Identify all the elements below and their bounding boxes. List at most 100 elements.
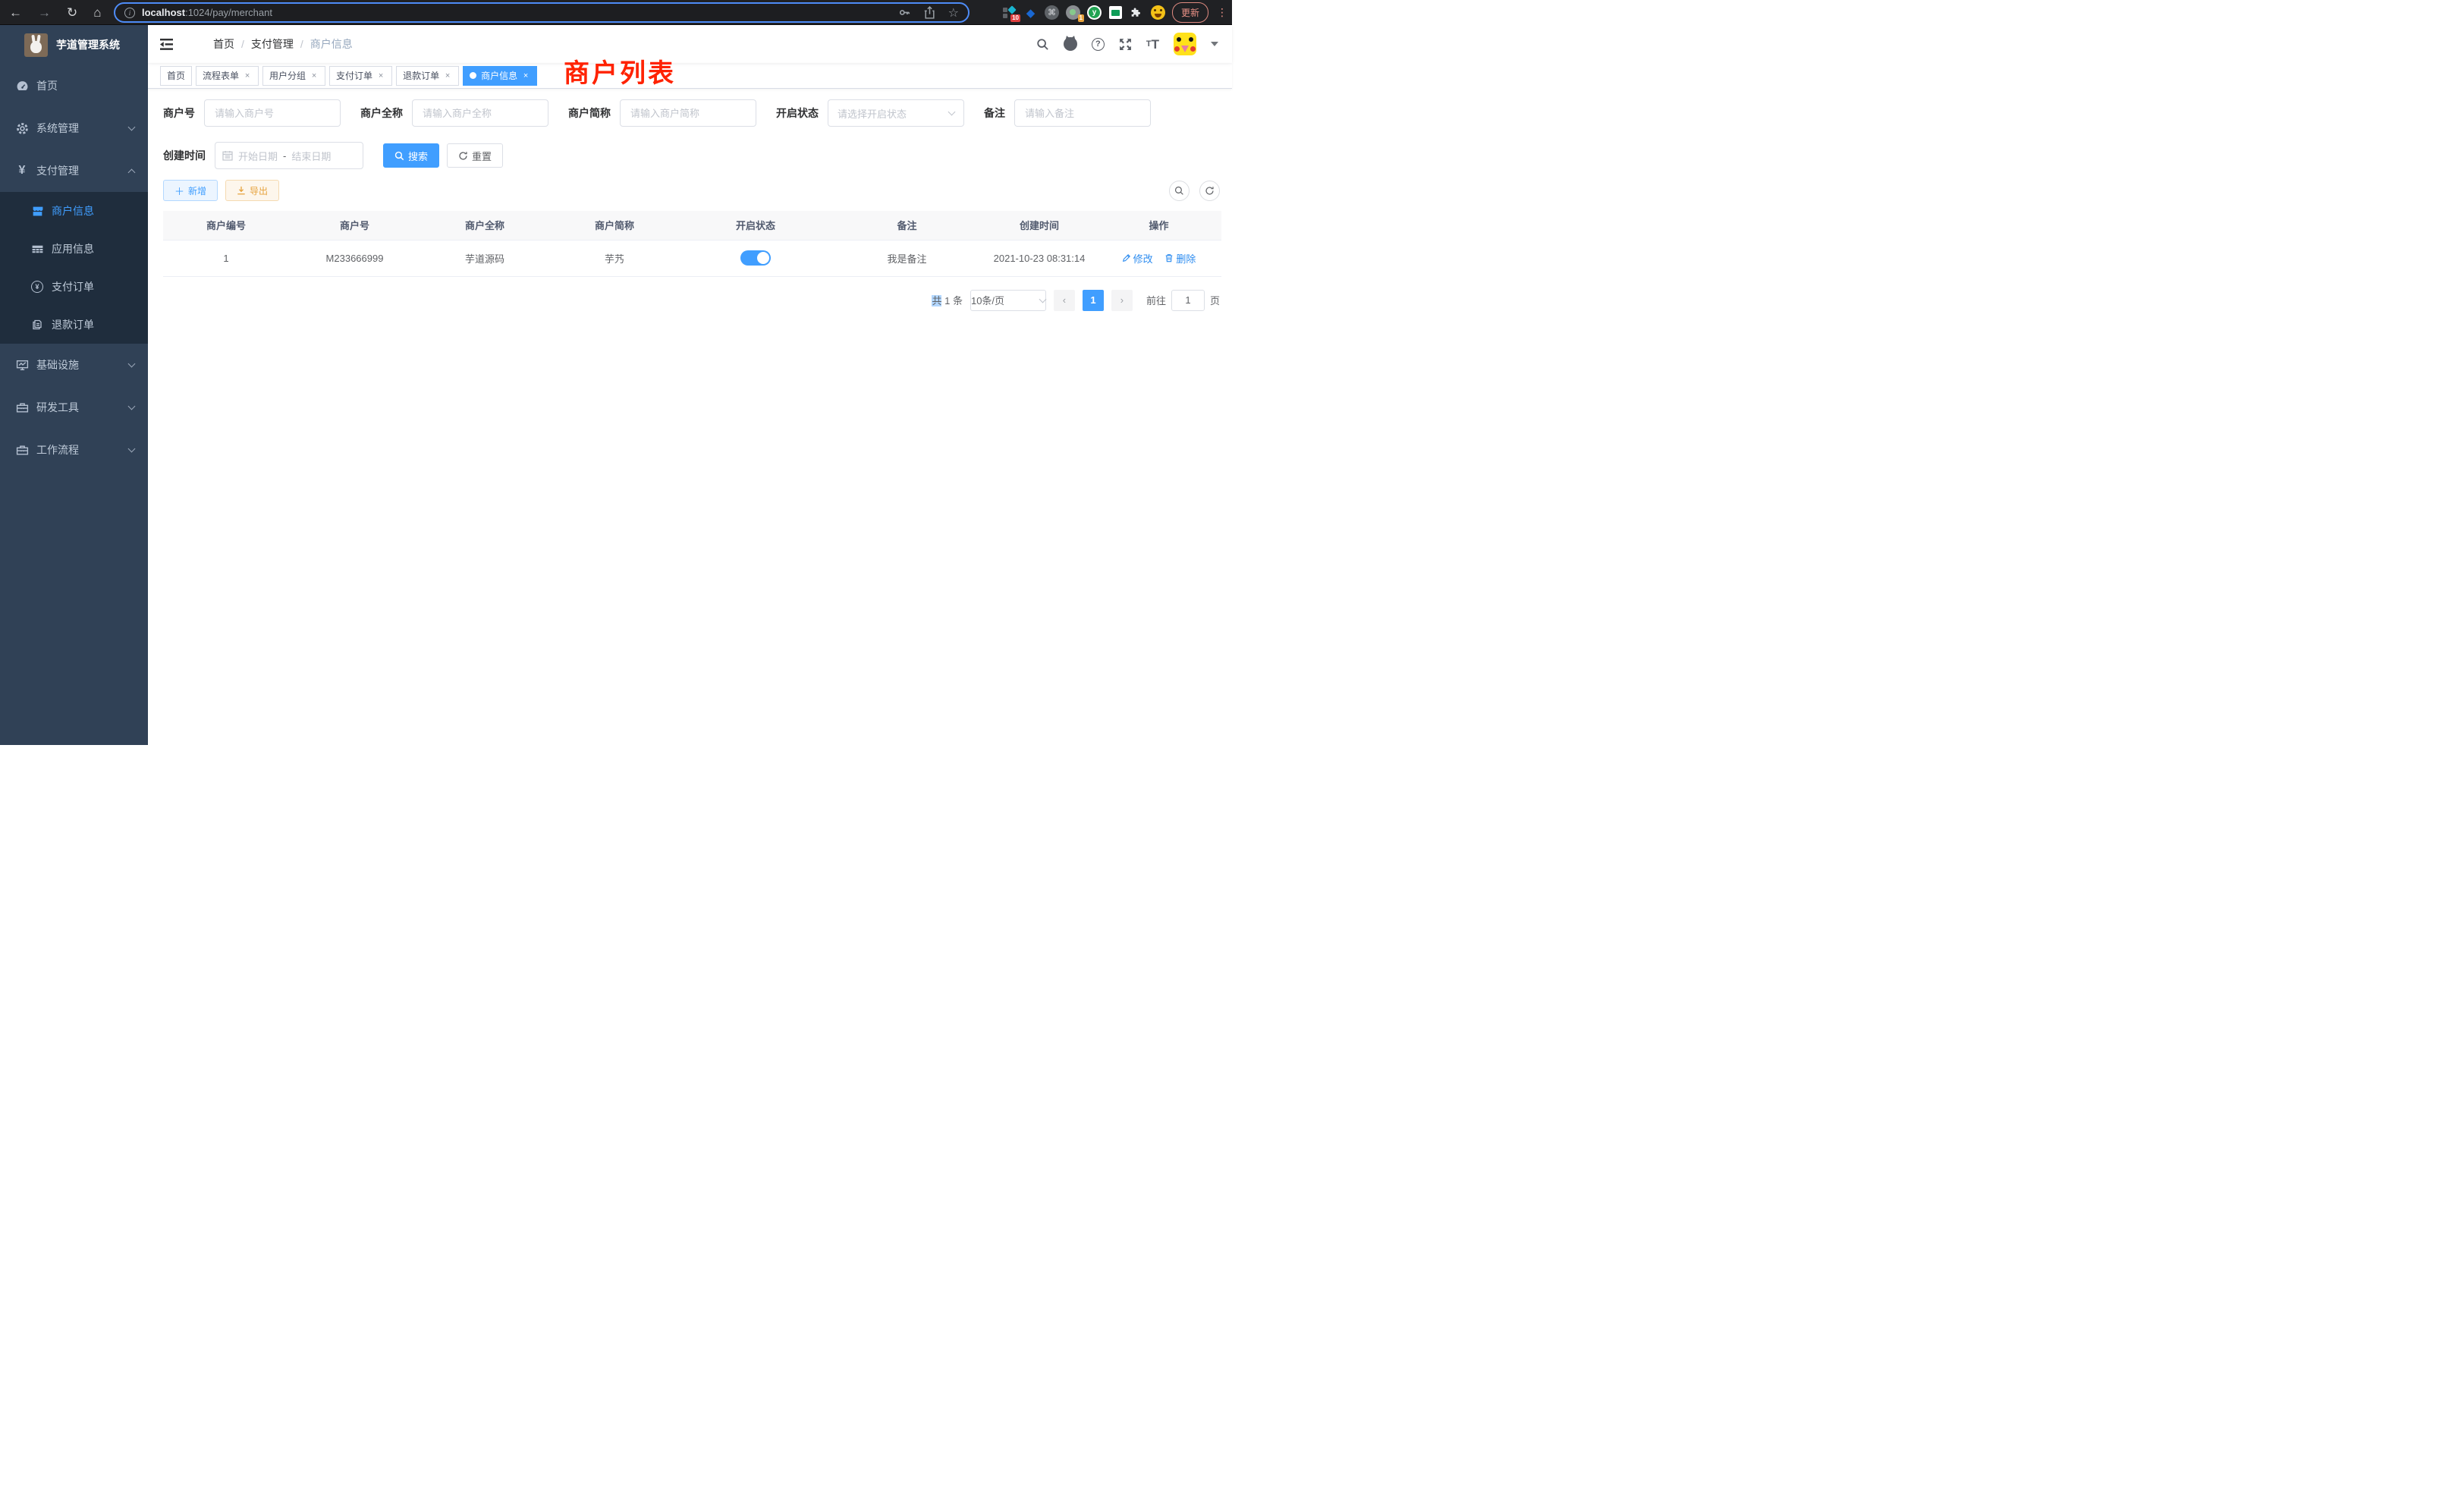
fullscreen-icon[interactable]: [1119, 38, 1132, 51]
extension-icon[interactable]: 10: [1002, 5, 1017, 20]
sidebar-item-label: 工作流程: [36, 442, 79, 457]
status-toggle[interactable]: [740, 250, 771, 266]
tab-home[interactable]: 首页: [160, 66, 192, 86]
add-button[interactable]: ＋ 新增: [163, 180, 218, 201]
tab-user-group[interactable]: 用户分组: [262, 66, 325, 86]
goto-page-input[interactable]: [1171, 290, 1205, 311]
font-size-icon[interactable]: [1146, 38, 1159, 51]
close-icon[interactable]: [310, 71, 319, 80]
sidebar-item-label: 商户信息: [52, 203, 94, 218]
close-icon[interactable]: [521, 71, 530, 80]
download-icon: [237, 186, 246, 195]
kite-extension-icon[interactable]: ◆: [1023, 5, 1038, 20]
short-name-label: 商户简称: [568, 105, 611, 121]
help-icon[interactable]: [1092, 38, 1105, 51]
cell-create-time: 2021-10-23 08:31:14: [982, 240, 1096, 276]
status-select[interactable]: 请选择开启状态: [828, 99, 964, 127]
breadcrumb-home[interactable]: 首页: [213, 36, 234, 52]
range-separator: -: [283, 150, 286, 162]
yen-circle-icon: ¥: [30, 281, 44, 293]
tab-merchant-info[interactable]: 商户信息: [463, 66, 537, 86]
refresh-table-button[interactable]: [1199, 181, 1220, 201]
toggle-search-button[interactable]: [1169, 181, 1190, 201]
sidebar-item-pay-order[interactable]: ¥ 支付订单: [0, 268, 148, 306]
user-avatar[interactable]: [1174, 33, 1196, 55]
reset-button[interactable]: 重置: [447, 143, 503, 168]
cell-status: [680, 240, 831, 276]
close-icon[interactable]: [376, 71, 385, 80]
chat-extension-icon[interactable]: [1109, 6, 1122, 19]
sidebar-item-refund-order[interactable]: 退款订单: [0, 306, 148, 344]
browser-menu-icon[interactable]: ⋮: [1217, 6, 1227, 19]
command-extension-icon[interactable]: ⌘: [1045, 5, 1059, 20]
table-grid-icon: [30, 243, 44, 256]
export-button[interactable]: 导出: [225, 180, 279, 201]
sidebar-item-dev-tools[interactable]: 研发工具: [0, 386, 148, 429]
cell-merchant-no: M233666999: [289, 240, 420, 276]
page-1-button[interactable]: 1: [1083, 290, 1104, 311]
breadcrumb-payment[interactable]: 支付管理: [251, 36, 294, 52]
cell-actions: 修改 删除: [1096, 240, 1221, 276]
close-icon[interactable]: [243, 71, 252, 80]
github-icon[interactable]: [1064, 37, 1077, 51]
prev-page-button[interactable]: ‹: [1054, 290, 1075, 311]
goto-label: 前往: [1146, 293, 1166, 307]
sidebar-item-payment[interactable]: ¥ 支付管理: [0, 149, 148, 192]
merchant-table: 商户编号 商户号 商户全称 商户简称 开启状态 备注 创建时间 操作 1 M23…: [163, 211, 1221, 277]
sidebar-item-label: 应用信息: [52, 241, 94, 256]
sidebar-item-home[interactable]: 首页: [0, 64, 148, 107]
full-name-input[interactable]: [412, 99, 548, 127]
sidebar-item-workflow[interactable]: 工作流程: [0, 429, 148, 471]
edit-button[interactable]: 修改: [1122, 251, 1153, 266]
share-icon[interactable]: [924, 6, 935, 19]
sidebar-logo[interactable]: 芋道管理系统: [0, 25, 148, 64]
bookmark-star-icon[interactable]: ☆: [948, 5, 959, 20]
edit-pencil-icon: [1122, 253, 1131, 262]
tab-refund-order[interactable]: 退款订单: [396, 66, 459, 86]
remark-input[interactable]: [1014, 99, 1151, 127]
sidebar-item-label: 支付订单: [52, 279, 94, 294]
top-navbar: 首页 支付管理 商户信息: [148, 25, 1232, 63]
short-name-input[interactable]: [620, 99, 756, 127]
forward-icon[interactable]: →: [38, 6, 51, 19]
merchant-no-input[interactable]: [204, 99, 341, 127]
sidebar-item-infrastructure[interactable]: 基础设施: [0, 344, 148, 386]
sidebar-collapse-icon[interactable]: [159, 38, 174, 51]
sidebar-item-app-info[interactable]: 应用信息: [0, 230, 148, 268]
browser-nav: ← → ↻ ⌂: [9, 0, 102, 25]
tab-pay-order[interactable]: 支付订单: [329, 66, 392, 86]
tab-process-form[interactable]: 流程表单: [196, 66, 259, 86]
yen-icon: ¥: [15, 164, 29, 178]
back-icon[interactable]: ←: [9, 6, 22, 19]
browser-update-button[interactable]: 更新: [1172, 2, 1208, 23]
password-key-icon[interactable]: [898, 6, 911, 19]
tabs-bar: 首页 流程表单 用户分组 支付订单 退款订单 商户信息: [148, 63, 1232, 89]
refresh-icon: [458, 151, 468, 161]
header-search-icon[interactable]: [1036, 38, 1049, 51]
sidebar-item-label: 支付管理: [36, 163, 79, 178]
create-time-range-picker[interactable]: 开始日期 - 结束日期: [215, 142, 363, 169]
browser-avatar[interactable]: [1151, 5, 1165, 20]
chevron-down-icon: [128, 360, 136, 367]
search-button[interactable]: 搜索: [383, 143, 439, 168]
avatar-caret-icon[interactable]: [1211, 42, 1218, 46]
delete-button[interactable]: 删除: [1164, 251, 1196, 266]
status-label: 开启状态: [776, 105, 819, 121]
next-page-button[interactable]: ›: [1111, 290, 1133, 311]
sidebar-item-system[interactable]: 系统管理: [0, 107, 148, 149]
y-extension-icon[interactable]: y: [1087, 5, 1102, 20]
url-text[interactable]: localhost:1024/pay/merchant: [142, 7, 272, 18]
close-icon[interactable]: [443, 71, 452, 80]
site-info-icon[interactable]: i: [124, 8, 135, 18]
puzzle-extensions-icon[interactable]: [1130, 5, 1144, 20]
page-size-select[interactable]: 10条/页: [970, 290, 1046, 311]
chevron-down-icon: [128, 445, 136, 452]
reload-icon[interactable]: ↻: [67, 6, 77, 19]
dashboard-icon: [15, 80, 29, 93]
payment-submenu: 商户信息 应用信息 ¥ 支付订单 退款订单: [0, 192, 148, 344]
address-bar[interactable]: i localhost:1024/pay/merchant ☆: [114, 2, 970, 23]
home-icon[interactable]: ⌂: [93, 6, 101, 19]
profile-extension-icon[interactable]: 1: [1066, 5, 1080, 20]
sidebar-item-merchant-info[interactable]: 商户信息: [0, 192, 148, 230]
table-toolbar: ＋ 新增 导出: [163, 180, 1221, 201]
